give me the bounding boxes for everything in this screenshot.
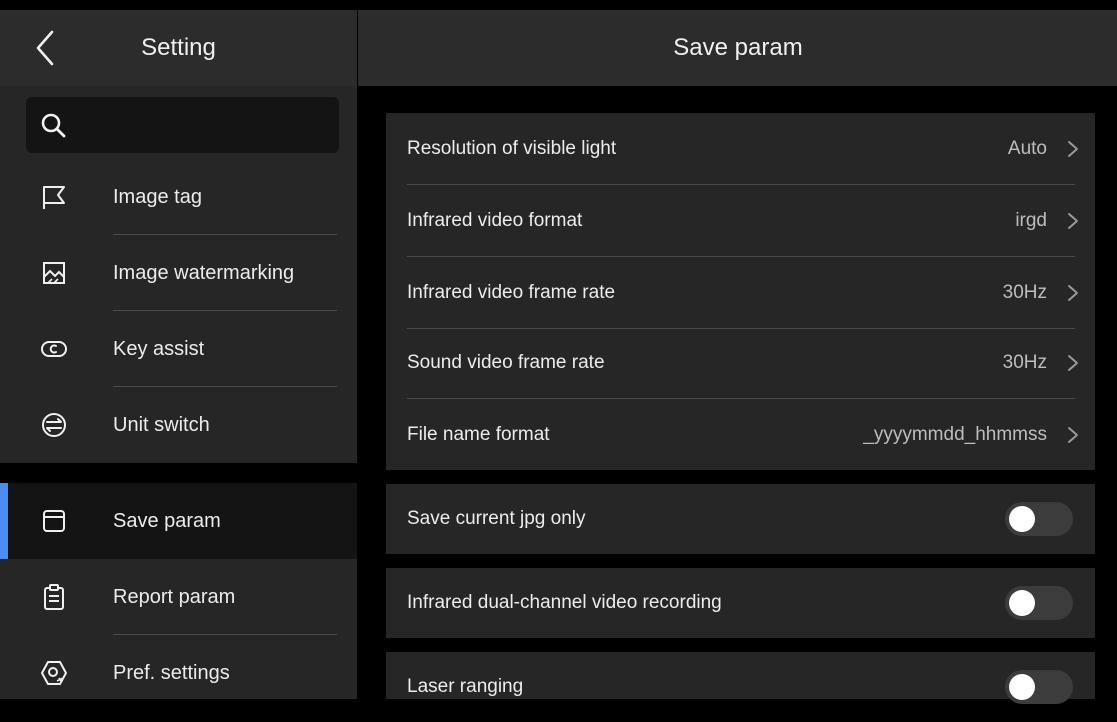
setting-row-infrared-video-format[interactable]: Infrared video format irgd — [386, 185, 1095, 257]
chevron-right-icon — [1068, 141, 1078, 157]
sidebar-item-report-param[interactable]: Report param — [0, 559, 357, 635]
settings-card: Resolution of visible light Auto Infrare… — [386, 113, 1095, 470]
setting-row-resolution[interactable]: Resolution of visible light Auto — [386, 113, 1095, 185]
sidebar-item-image-tag[interactable]: Image tag — [0, 159, 357, 235]
setting-row-file-name-format[interactable]: File name format _yyyymmdd_hhmmss — [386, 399, 1095, 471]
sidebar-item-unit-switch[interactable]: Unit switch — [0, 387, 357, 463]
chevron-right-icon — [1068, 285, 1078, 301]
chevron-right-icon — [1068, 427, 1078, 443]
sidebar-item-label: Image watermarking — [113, 262, 295, 284]
sidebar-item-label: Key assist — [113, 338, 205, 360]
setting-label: Infrared video frame rate — [407, 282, 616, 303]
setting-row-sound-frame-rate[interactable]: Sound video frame rate 30Hz — [386, 327, 1095, 399]
active-indicator — [0, 483, 8, 559]
setting-row-infrared-frame-rate[interactable]: Infrared video frame rate 30Hz — [386, 257, 1095, 329]
toggle-card-laser-ranging: Laser ranging — [386, 652, 1095, 704]
chevron-right-icon — [1068, 355, 1078, 371]
image-watermark-icon — [40, 259, 68, 287]
toggle-knob — [1009, 590, 1035, 616]
save-icon — [40, 507, 68, 535]
toggle-label: Infrared dual-channel video recording — [407, 592, 722, 613]
setting-value: irgd — [1015, 210, 1047, 231]
sidebar-item-image-watermarking[interactable]: Image watermarking — [0, 235, 357, 311]
chevron-left-icon — [36, 30, 54, 66]
main-panel: Save param Resolution of visible light A… — [357, 0, 1117, 704]
back-button[interactable] — [30, 28, 64, 68]
search-input[interactable] — [26, 97, 339, 153]
sidebar-item-key-assist[interactable]: Key assist — [0, 311, 357, 387]
sidebar-item-label: Unit switch — [113, 414, 210, 436]
toggle-row-dual-channel: Infrared dual-channel video recording — [386, 568, 1095, 638]
setting-label: Resolution of visible light — [407, 138, 617, 159]
setting-value: 30Hz — [1002, 282, 1047, 303]
setting-value: Auto — [1007, 138, 1047, 159]
toggle-row-save-jpg: Save current jpg only — [386, 484, 1095, 554]
sidebar-menu-group-1: Image tag Image watermarking Key assist … — [0, 86, 357, 463]
sidebar-item-pref-settings[interactable]: Pref. settings — [0, 635, 357, 699]
toggle-card-dual-channel: Infrared dual-channel video recording — [386, 568, 1095, 638]
sidebar-item-save-param[interactable]: Save param — [0, 483, 357, 559]
flag-icon — [40, 183, 68, 211]
key-assist-icon — [40, 335, 68, 363]
search-icon — [41, 113, 66, 138]
toggle-knob — [1009, 674, 1035, 700]
toggle-label: Save current jpg only — [407, 508, 586, 529]
pref-settings-icon — [40, 659, 68, 687]
toggle-knob — [1009, 506, 1035, 532]
sidebar-item-label: Image tag — [113, 186, 202, 208]
setting-label: Sound video frame rate — [407, 352, 605, 373]
setting-label: Infrared video format — [407, 210, 583, 231]
setting-label: File name format — [407, 424, 550, 445]
page-title: Save param — [673, 34, 803, 61]
dual-channel-toggle[interactable] — [1005, 586, 1073, 620]
sidebar-item-label: Pref. settings — [113, 662, 230, 684]
save-jpg-toggle[interactable] — [1005, 502, 1073, 536]
chevron-right-icon — [1068, 213, 1078, 229]
setting-value: _yyyymmdd_hhmmss — [863, 424, 1047, 445]
sidebar-menu-group-2: Save param Report param Pref. settings — [0, 483, 357, 699]
toggle-label: Laser ranging — [407, 676, 524, 697]
main-header: Save param — [357, 10, 1117, 86]
clipboard-icon — [40, 583, 68, 611]
sidebar-item-label: Report param — [113, 586, 236, 608]
setting-value: 30Hz — [1002, 352, 1047, 373]
sidebar-item-label: Save param — [113, 510, 221, 532]
sidebar-header: Setting — [0, 10, 357, 86]
unit-switch-icon — [40, 411, 68, 439]
sidebar: Setting Image tag Image watermarking Key… — [0, 0, 357, 699]
toggle-row-laser-ranging: Laser ranging — [386, 652, 1095, 722]
toggle-card-save-jpg: Save current jpg only — [386, 484, 1095, 554]
